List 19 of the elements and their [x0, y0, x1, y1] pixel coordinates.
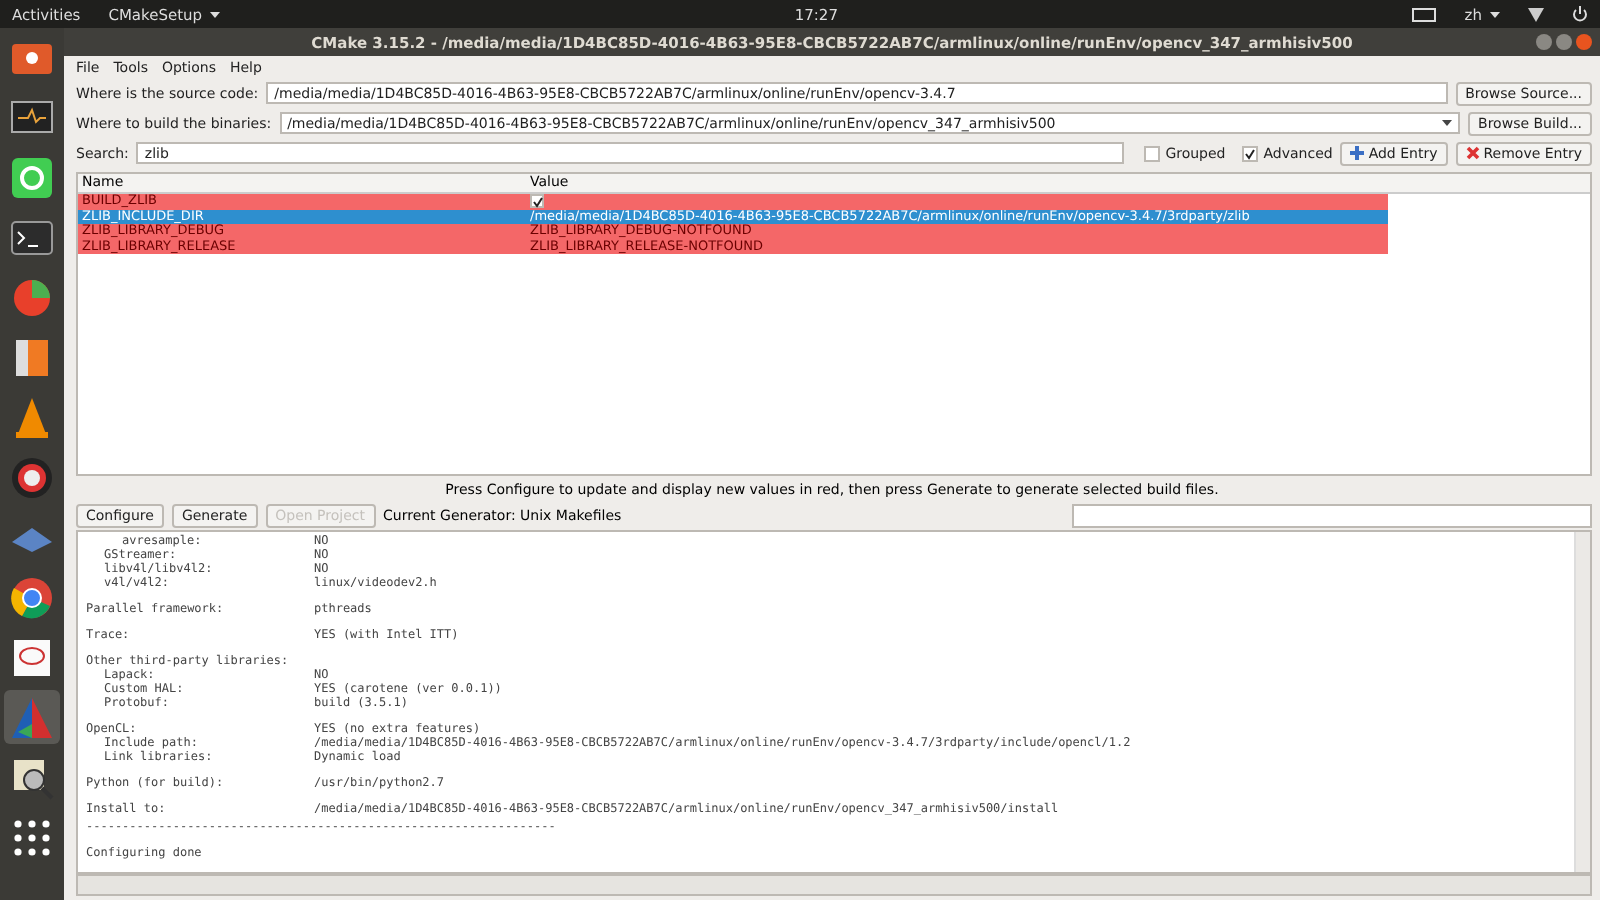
vertical-scrollbar[interactable]: [1574, 532, 1590, 872]
network-icon[interactable]: [1528, 6, 1544, 22]
check-icon: [1243, 147, 1256, 159]
close-button[interactable]: [1576, 34, 1592, 50]
caret-icon: [1442, 120, 1453, 126]
keyboard-icon[interactable]: [1412, 7, 1437, 21]
power-icon[interactable]: [1572, 6, 1588, 22]
grouped-checkbox[interactable]: [1143, 145, 1160, 161]
output-filter-field[interactable]: [1072, 504, 1592, 528]
caret-icon: [210, 11, 221, 17]
horizontal-scrollbar[interactable]: [76, 874, 1592, 896]
advanced-checkbox[interactable]: [1241, 145, 1258, 161]
plus-icon: [1350, 146, 1365, 160]
caret-icon: [1490, 11, 1500, 17]
minimize-button[interactable]: [1536, 34, 1552, 50]
maximize-button[interactable]: [1556, 34, 1572, 50]
value-checkbox[interactable]: [530, 194, 544, 209]
check-icon: [532, 196, 544, 209]
close-icon: [1465, 146, 1480, 160]
